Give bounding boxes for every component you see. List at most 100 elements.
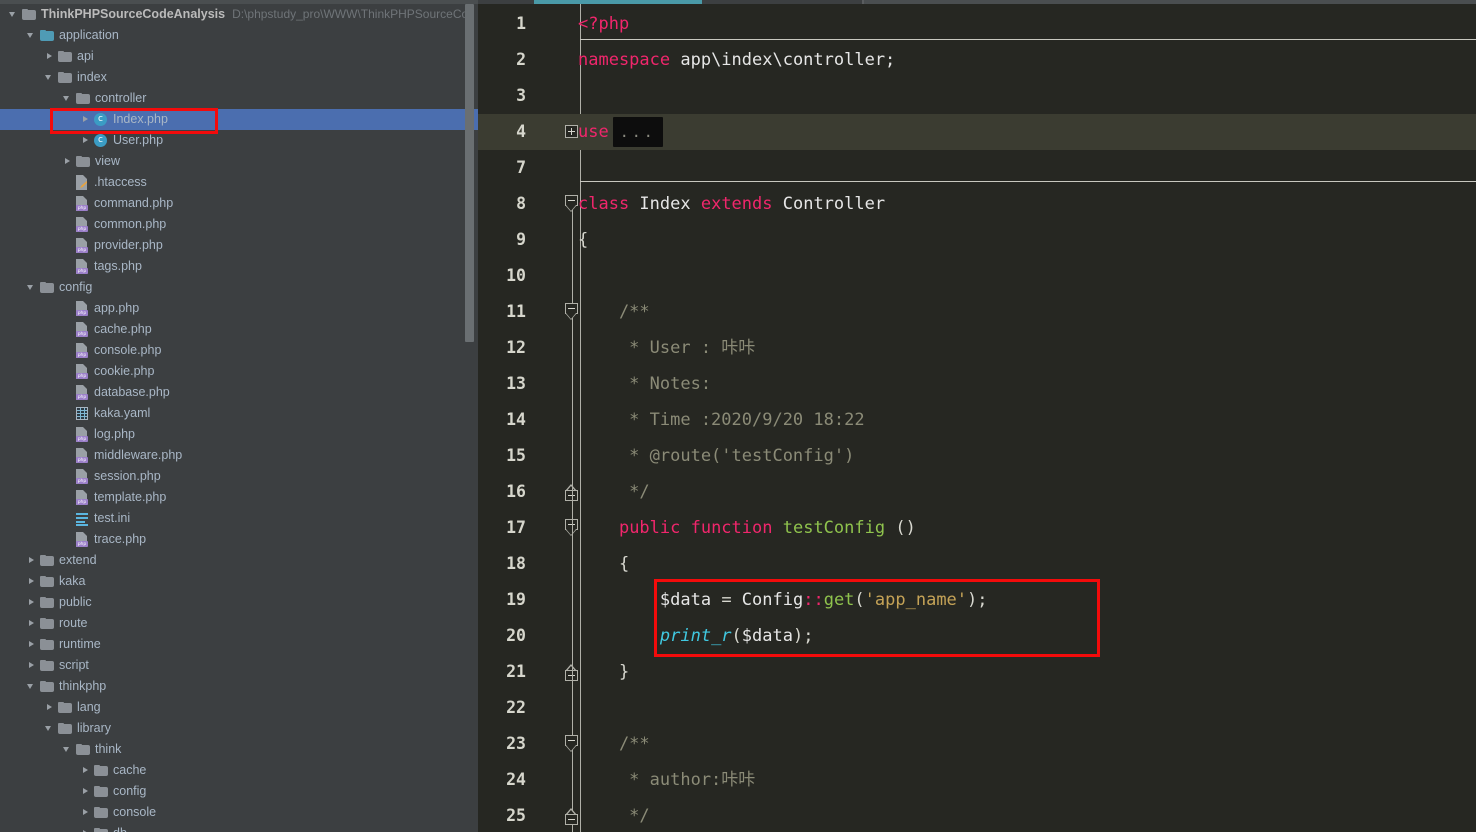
chevron-right-icon[interactable] <box>26 660 37 671</box>
chevron-right-icon[interactable] <box>26 555 37 566</box>
code-line-12[interactable]: 12 * User : 咔咔 <box>478 330 1476 366</box>
code-line-25[interactable]: 25 */ <box>478 798 1476 832</box>
tree-item-log-php[interactable]: php log.php <box>0 424 478 445</box>
tree-item-provider-php[interactable]: php provider.php <box>0 235 478 256</box>
tree-item-common-php[interactable]: php common.php <box>0 214 478 235</box>
tree-item-user-php[interactable]: c User.php <box>0 130 478 151</box>
code-line-1[interactable]: 1 <?php <box>478 6 1476 42</box>
code-line-23[interactable]: 23 /** <box>478 726 1476 762</box>
folder-icon <box>40 659 54 672</box>
code-line-3[interactable]: 3 <box>478 78 1476 114</box>
chevron-right-icon[interactable] <box>80 765 91 776</box>
tree-item-kaka-yaml[interactable]: kaka.yaml <box>0 403 478 424</box>
tree-item-session-php[interactable]: php session.php <box>0 466 478 487</box>
chevron-right-icon[interactable] <box>26 639 37 650</box>
tree-item-db[interactable]: db <box>0 823 478 832</box>
chevron-down-icon[interactable] <box>62 93 73 104</box>
chevron-right-icon[interactable] <box>80 786 91 797</box>
code-line-2[interactable]: 2 namespace app\index\controller; <box>478 42 1476 78</box>
code-line-22[interactable]: 22 <box>478 690 1476 726</box>
code-line-11[interactable]: 11 /** <box>478 294 1476 330</box>
code-line-13[interactable]: 13 * Notes: <box>478 366 1476 402</box>
tree-item-script[interactable]: script <box>0 655 478 676</box>
sidebar-scrollbar-thumb[interactable] <box>465 4 474 342</box>
project-tree[interactable]: ThinkPHPSourceCodeAnalysis D:\phpstudy_pr… <box>0 4 478 832</box>
code-line-21[interactable]: 21 } <box>478 654 1476 690</box>
chevron-right-icon[interactable] <box>26 576 37 587</box>
tree-item-label: common.php <box>94 217 167 231</box>
tree-item-thinkphpsourcecodeanalysis[interactable]: ThinkPHPSourceCodeAnalysis D:\phpstudy_pr… <box>0 4 478 25</box>
code-line-16[interactable]: 16 */ <box>478 474 1476 510</box>
chevron-right-icon[interactable] <box>80 114 91 125</box>
chevron-right-icon[interactable] <box>80 807 91 818</box>
tree-item-console-php[interactable]: php console.php <box>0 340 478 361</box>
tree-item-runtime[interactable]: runtime <box>0 634 478 655</box>
code-text: /** <box>578 294 650 330</box>
chevron-down-icon[interactable] <box>62 744 73 755</box>
code-editor[interactable]: 1 <?php 2 namespace app\index\controller; 3 4… <box>478 4 1476 832</box>
tree-item-cache-php[interactable]: php cache.php <box>0 319 478 340</box>
chevron-right-icon[interactable] <box>26 618 37 629</box>
code-line-18[interactable]: 18 { <box>478 546 1476 582</box>
tree-item-test-ini[interactable]: test.ini <box>0 508 478 529</box>
tree-item-console[interactable]: console <box>0 802 478 823</box>
code-line-8[interactable]: 8 class Index extends Controller <box>478 186 1476 222</box>
tree-item-index[interactable]: index <box>0 67 478 88</box>
tree-item-thinkphp[interactable]: thinkphp <box>0 676 478 697</box>
tree-item-config[interactable]: config <box>0 781 478 802</box>
tree-item-cache[interactable]: cache <box>0 760 478 781</box>
code-line-9[interactable]: 9{ <box>478 222 1476 258</box>
tree-item-config[interactable]: config <box>0 277 478 298</box>
tree-item-application[interactable]: application <box>0 25 478 46</box>
tree-item-api[interactable]: api <box>0 46 478 67</box>
chevron-right-icon[interactable] <box>44 702 55 713</box>
no-toggle-icon <box>62 387 73 398</box>
tree-item-trace-php[interactable]: php trace.php <box>0 529 478 550</box>
chevron-down-icon[interactable] <box>44 72 55 83</box>
code-line-24[interactable]: 24 * author:咔咔 <box>478 762 1476 798</box>
tree-item-database-php[interactable]: php database.php <box>0 382 478 403</box>
folder-icon <box>94 827 108 832</box>
chevron-down-icon[interactable] <box>44 723 55 734</box>
code-line-4[interactable]: 4 use... <box>478 114 1476 150</box>
chevron-right-icon[interactable] <box>80 828 91 832</box>
chevron-right-icon[interactable] <box>62 156 73 167</box>
chevron-down-icon[interactable] <box>26 681 37 692</box>
tree-item-extend[interactable]: extend <box>0 550 478 571</box>
code-line-17[interactable]: 17 public function testConfig () <box>478 510 1476 546</box>
tree-item-library[interactable]: library <box>0 718 478 739</box>
tree-item-middleware-php[interactable]: php middleware.php <box>0 445 478 466</box>
chevron-right-icon[interactable] <box>80 135 91 146</box>
tree-item-index-php[interactable]: c Index.php <box>0 109 478 130</box>
code-line-14[interactable]: 14 * Time :2020/9/20 18:22 <box>478 402 1476 438</box>
line-number: 2 <box>516 50 526 69</box>
code-token: * author:咔咔 <box>578 770 756 790</box>
tree-item-public[interactable]: public <box>0 592 478 613</box>
tree-item-controller[interactable]: controller <box>0 88 478 109</box>
tree-item-label: extend <box>59 553 97 567</box>
chevron-down-icon[interactable] <box>8 9 19 20</box>
tree-item-command-php[interactable]: php command.php <box>0 193 478 214</box>
tree-item-kaka[interactable]: kaka <box>0 571 478 592</box>
folder-icon <box>40 638 54 651</box>
project-tool-window[interactable]: ThinkPHPSourceCodeAnalysis D:\phpstudy_pr… <box>0 4 478 832</box>
sidebar-scrollbar-track[interactable] <box>465 4 476 832</box>
tree-item-cookie-php[interactable]: php cookie.php <box>0 361 478 382</box>
tree-item-app-php[interactable]: php app.php <box>0 298 478 319</box>
tree-item-template-php[interactable]: php template.php <box>0 487 478 508</box>
tree-item--htaccess[interactable]: .htaccess <box>0 172 478 193</box>
code-line-15[interactable]: 15 * @route('testConfig') <box>478 438 1476 474</box>
tree-item-lang[interactable]: lang <box>0 697 478 718</box>
tree-item-label: think <box>95 742 122 756</box>
code-line-10[interactable]: 10 <box>478 258 1476 294</box>
chevron-right-icon[interactable] <box>44 51 55 62</box>
chevron-down-icon[interactable] <box>26 30 37 41</box>
folded-code-placeholder[interactable]: ... <box>612 117 663 147</box>
tree-item-think[interactable]: think <box>0 739 478 760</box>
tree-item-tags-php[interactable]: php tags.php <box>0 256 478 277</box>
tree-item-view[interactable]: view <box>0 151 478 172</box>
tree-item-route[interactable]: route <box>0 613 478 634</box>
chevron-down-icon[interactable] <box>26 282 37 293</box>
chevron-right-icon[interactable] <box>26 597 37 608</box>
line-number: 17 <box>506 518 526 537</box>
